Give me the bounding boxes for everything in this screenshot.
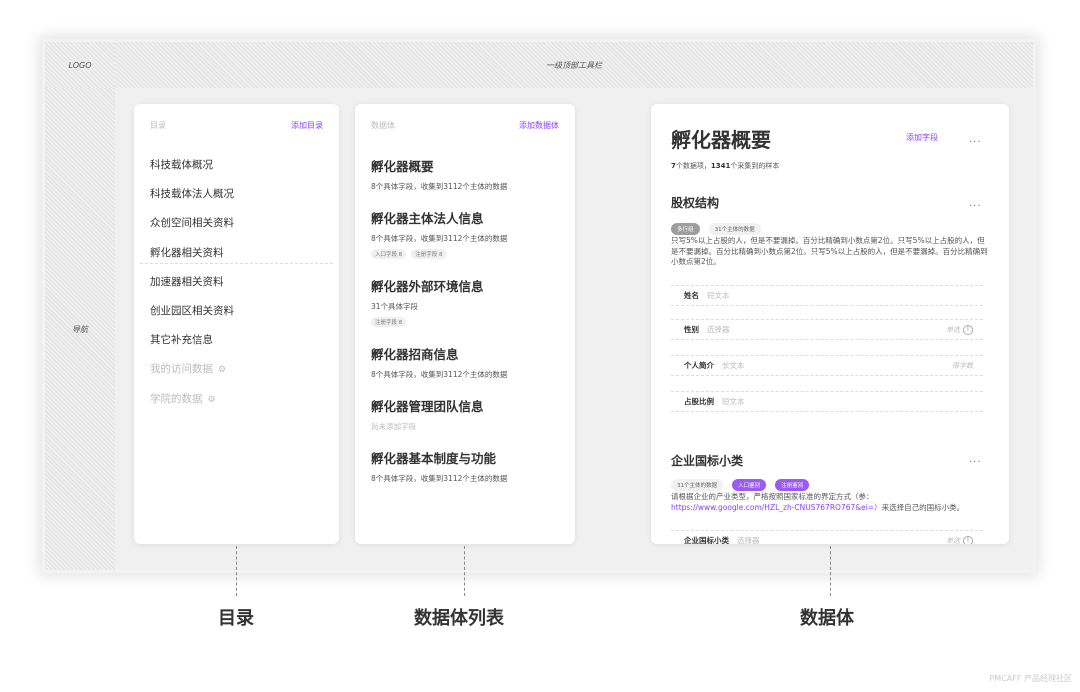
caption-directory: 目录 bbox=[218, 608, 254, 629]
databody-desc: 8个具体字段，收集到3112个主体的数据 bbox=[371, 474, 508, 483]
databody-item[interactable]: 孵化器管理团队信息尚未添加字段 bbox=[355, 396, 575, 432]
section-title-industry: 企业国标小类 bbox=[671, 454, 744, 468]
directory-item[interactable]: 我的访问数据 ⚙ bbox=[150, 361, 323, 390]
directory-item[interactable]: 孵化器相关资料 bbox=[140, 245, 333, 274]
detail-title: 孵化器概要 bbox=[671, 128, 771, 152]
tag-subject-count: 31个主体的数据 bbox=[708, 223, 761, 235]
databody-item[interactable]: 孵化器招商信息 8个具体字段，收集到3112个主体的数据 bbox=[355, 344, 575, 380]
field-row[interactable]: 个人简介 长文本 限字数 bbox=[671, 355, 983, 376]
section-description: 请根据企业的产业类型，严格按照国家标准的界定方式（参：https://www.g… bbox=[671, 492, 965, 512]
field-tag: 注册字段 8 bbox=[371, 317, 407, 327]
directory-item[interactable]: 创业园区相关资料 bbox=[150, 303, 323, 332]
directory-list: 科技载体概况 科技载体法人概况 众创空间相关资料 孵化器相关资料 加速器相关资料 创业园区… bbox=[134, 131, 339, 420]
databody-desc: 8个具体字段，收集到3112个主体的数据 bbox=[371, 370, 508, 379]
databody-item[interactable]: 孵化器基本制度与功能 8个具体字段，收集到3112个主体的数据 bbox=[355, 448, 575, 484]
nav-sidebar: 导航 bbox=[45, 88, 116, 570]
info-icon[interactable]: ! bbox=[963, 324, 973, 335]
more-icon[interactable]: ... bbox=[969, 134, 982, 145]
tag-entry-check[interactable]: 入口鉴别 bbox=[732, 479, 767, 491]
directory-item[interactable]: 学院的数据 ⚙ bbox=[150, 391, 323, 420]
section-description: 只写5%以上占股的人，但是不要漏掉。百分比精确到小数点第2位。只写5%以上占股的… bbox=[671, 236, 988, 266]
tag-multirow: 多行组 bbox=[671, 223, 700, 235]
databody-desc: 8个具体字段，收集到3112个主体的数据 bbox=[371, 234, 508, 243]
directory-item[interactable]: 加速器相关资料 bbox=[150, 274, 323, 303]
databody-title: 孵化器基本制度与功能 bbox=[371, 451, 497, 466]
connector-line bbox=[830, 546, 831, 596]
directory-item[interactable]: 科技载体概况 bbox=[150, 157, 323, 186]
directory-item[interactable]: 科技载体法人概况 bbox=[150, 186, 323, 215]
field-row[interactable]: 性别 选择器 单选! bbox=[671, 319, 983, 340]
databody-title: 孵化器外部环境信息 bbox=[371, 279, 484, 294]
reference-link[interactable]: https://www.google.com/HZL_zh-CNUS767RO7… bbox=[671, 503, 882, 512]
directory-item[interactable]: 众创空间相关资料 bbox=[150, 215, 323, 244]
connector-line bbox=[236, 546, 237, 596]
databody-desc: 31个具体字段 bbox=[371, 302, 419, 311]
field-row[interactable]: 姓名 短文本 bbox=[671, 285, 983, 306]
app-frame: LOGO 一级顶部工具栏 导航 目录 添加目录 科技载体概况 科技载体法人概况 众创… bbox=[45, 42, 1033, 570]
info-icon[interactable]: ! bbox=[963, 535, 973, 544]
databody-item[interactable]: 孵化器概要 8个具体字段，收集到3112个主体的数据 bbox=[355, 156, 575, 192]
top-toolbar: 一级顶部工具栏 bbox=[115, 42, 1033, 89]
field-tag: 入口字段 8 bbox=[371, 249, 407, 259]
connector-line bbox=[464, 546, 465, 596]
section-more-icon[interactable]: ... bbox=[969, 454, 982, 465]
add-databody-button[interactable]: 添加数据体 bbox=[519, 120, 559, 131]
watermark: PMCAFF 产品经理社区 bbox=[989, 674, 1072, 683]
databody-header: 数据体 bbox=[371, 121, 395, 130]
detail-summary: 7个数据项，1341个采集到的样本 bbox=[671, 162, 780, 170]
databody-item[interactable]: 孵化器外部环境信息 31个具体字段 注册字段 8 bbox=[355, 276, 575, 327]
logo[interactable]: LOGO bbox=[45, 42, 116, 89]
databody-title: 孵化器主体法人信息 bbox=[371, 211, 484, 226]
directory-panel: 目录 添加目录 科技载体概况 科技载体法人概况 众创空间相关资料 孵化器相关资料 加速器… bbox=[134, 104, 339, 544]
add-field-button[interactable]: 添加字段 bbox=[906, 132, 938, 143]
tag-subject-count: 31个主体的数据 bbox=[671, 479, 723, 491]
directory-header: 目录 bbox=[150, 121, 166, 130]
gear-icon[interactable]: ⚙ bbox=[208, 395, 216, 405]
databody-item[interactable]: 孵化器主体法人信息 8个具体字段，收集到3112个主体的数据 入口字段 8 注册字段 … bbox=[355, 208, 575, 259]
databody-list-panel: 数据体 添加数据体 孵化器概要 8个具体字段，收集到3112个主体的数据 孵化器主体… bbox=[355, 104, 575, 544]
section-tags: 多行组 31个主体的数据 bbox=[671, 216, 765, 235]
databody-title: 孵化器概要 bbox=[371, 159, 434, 174]
caption-databody-list: 数据体列表 bbox=[414, 608, 504, 629]
section-tags: 31个主体的数据 入口鉴别 注册鉴别 bbox=[671, 472, 813, 491]
add-directory-button[interactable]: 添加目录 bbox=[291, 120, 323, 131]
field-row[interactable]: 占股比例 短文本 bbox=[671, 391, 983, 412]
gear-icon[interactable]: ⚙ bbox=[218, 365, 226, 375]
databody-title: 孵化器招商信息 bbox=[371, 347, 459, 362]
section-more-icon[interactable]: ... bbox=[969, 198, 982, 209]
caption-databody: 数据体 bbox=[800, 608, 854, 629]
databody-desc: 8个具体字段，收集到3112个主体的数据 bbox=[371, 182, 508, 191]
databody-detail-panel: 孵化器概要 添加字段 ... 7个数据项，1341个采集到的样本 股权结构 ..… bbox=[651, 104, 1009, 544]
section-title-equity: 股权结构 bbox=[671, 196, 720, 210]
tag-register-check[interactable]: 注册鉴别 bbox=[775, 479, 810, 491]
field-row[interactable]: 企业国标小类 选择器 单选! bbox=[671, 530, 983, 544]
databody-title: 孵化器管理团队信息 bbox=[371, 399, 484, 414]
field-tag: 注册字段 8 bbox=[411, 249, 447, 259]
directory-item[interactable]: 其它补充信息 bbox=[150, 332, 323, 361]
databody-desc: 尚未添加字段 bbox=[371, 422, 416, 431]
